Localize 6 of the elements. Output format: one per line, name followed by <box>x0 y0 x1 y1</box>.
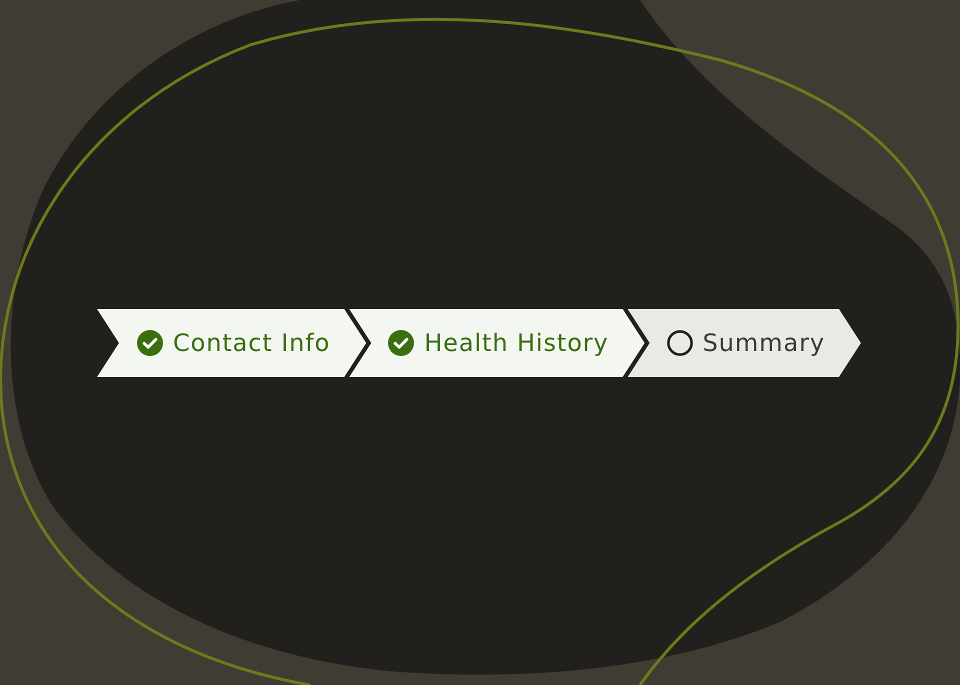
empty-circle-icon <box>666 330 693 356</box>
stepper-step[interactable]: Summary <box>628 309 861 377</box>
checkmark-circle-icon <box>137 330 163 356</box>
stepper-step[interactable]: Health History <box>349 309 645 377</box>
checkmark-circle-icon <box>388 330 414 356</box>
stepper-step[interactable]: Contact Info <box>97 309 366 377</box>
